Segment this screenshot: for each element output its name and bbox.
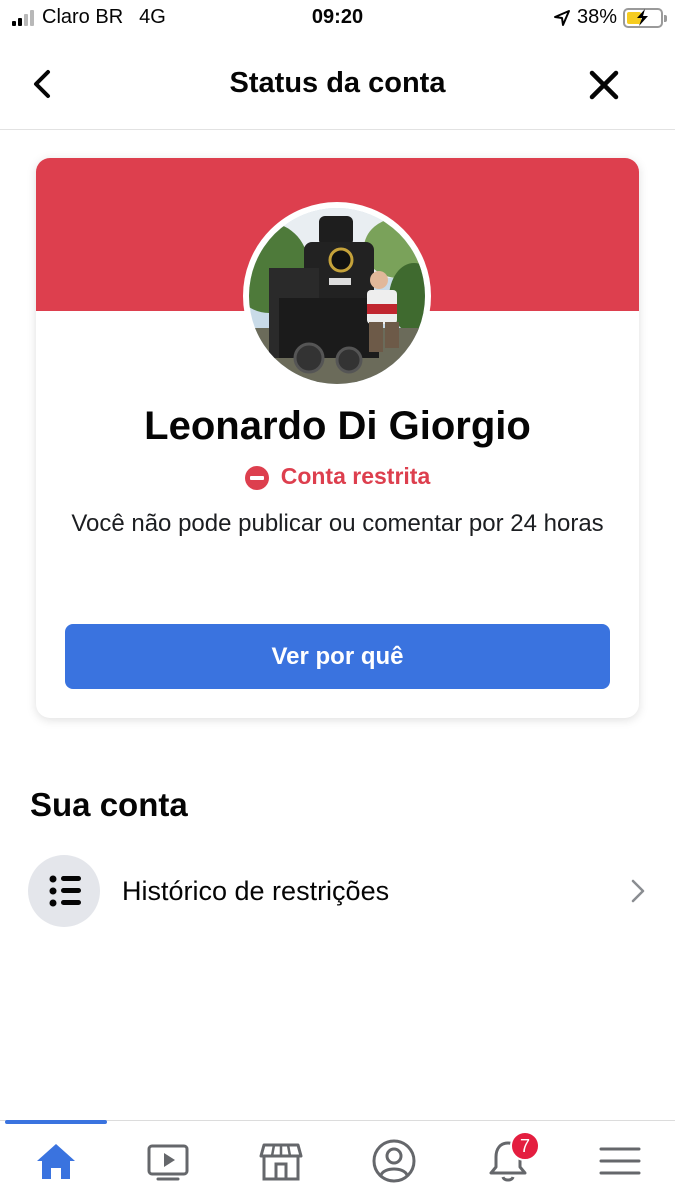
tab-notifications[interactable]: 7: [478, 1131, 540, 1191]
bottom-tab-bar: 7: [0, 1120, 675, 1200]
close-icon: [589, 70, 619, 100]
restriction-status: Conta restrita: [36, 462, 639, 490]
profile-icon: [372, 1139, 416, 1183]
battery-percent: 38%: [576, 6, 617, 28]
see-why-button[interactable]: Ver por quê: [65, 624, 610, 689]
battery-icon: [623, 7, 667, 28]
header: Status da conta: [0, 40, 675, 130]
menu-icon: [599, 1147, 641, 1175]
restricted-icon: [244, 466, 269, 490]
store-icon: [259, 1143, 303, 1181]
avatar[interactable]: [243, 202, 431, 390]
status-bar: Claro BR 4G 09:20 38%: [0, 0, 675, 38]
close-button[interactable]: [587, 68, 621, 102]
restriction-label: Conta restrita: [280, 462, 431, 489]
list-icon: [28, 855, 100, 927]
video-icon: [147, 1144, 189, 1181]
restriction-description: Você não pode publicar ou comentar por 2…: [71, 510, 604, 537]
chevron-right-icon: [631, 879, 645, 903]
page-title: Status da conta: [229, 67, 446, 99]
user-name: Leonardo Di Giorgio: [144, 404, 531, 448]
tab-profile[interactable]: [364, 1131, 424, 1191]
profile-photo: [249, 208, 425, 384]
restriction-history-label: Histórico de restrições: [122, 875, 390, 906]
active-tab-indicator: [5, 1120, 107, 1124]
restriction-history-item[interactable]: Histórico de restrições: [28, 855, 648, 927]
tab-watch[interactable]: [138, 1131, 198, 1191]
tab-menu[interactable]: [590, 1131, 650, 1191]
tab-home[interactable]: [26, 1131, 86, 1191]
location-arrow-icon: [553, 9, 570, 26]
status-bar-right: 38%: [553, 6, 667, 29]
section-title: Sua conta: [30, 786, 188, 823]
tab-marketplace[interactable]: [251, 1131, 311, 1191]
account-status-card: Leonardo Di Giorgio Conta restrita Você …: [36, 158, 639, 718]
notification-badge: 7: [510, 1131, 540, 1161]
home-icon: [37, 1144, 75, 1179]
